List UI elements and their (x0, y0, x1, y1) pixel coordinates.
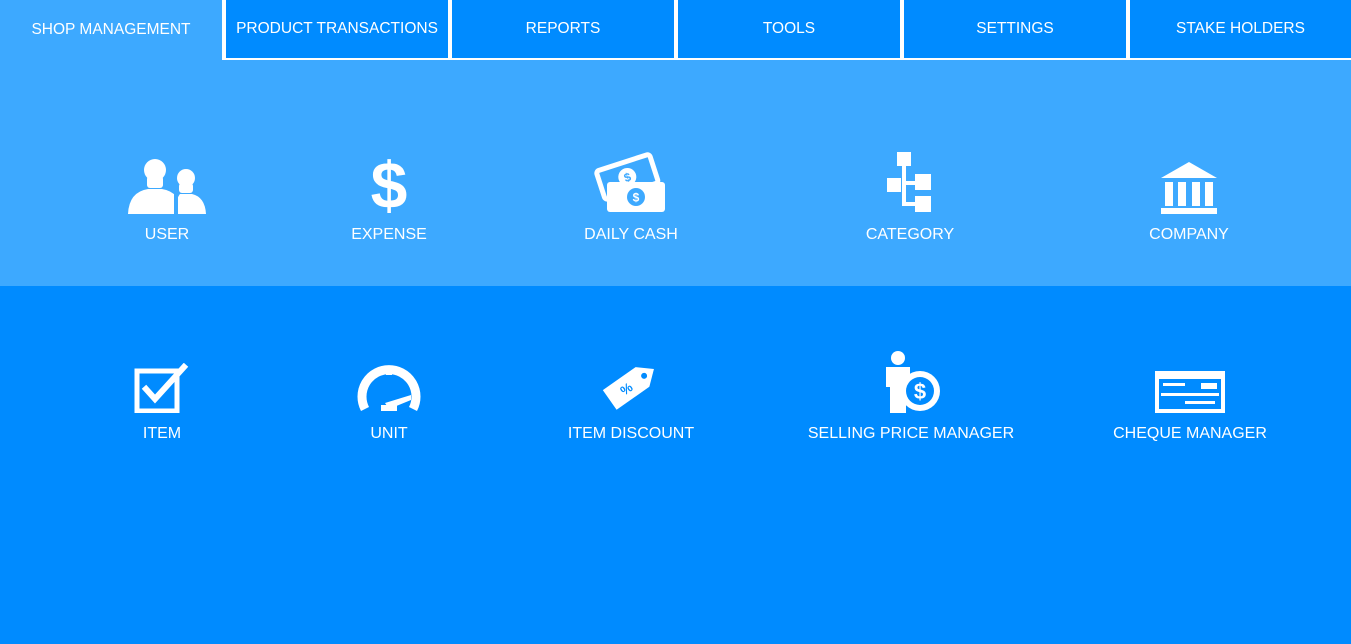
svg-text:$: $ (914, 379, 926, 404)
tab-label: STAKE HOLDERS (1176, 20, 1305, 37)
unit-label: UNIT (370, 425, 408, 442)
dollar-icon: $ (344, 150, 434, 214)
company-tile[interactable]: COMPANY (1079, 150, 1299, 244)
company-label: COMPANY (1149, 226, 1229, 243)
selling-price-manager-tile[interactable]: $ SELLING PRICE MANAGER (801, 349, 1021, 443)
unit-tile[interactable]: UNIT (279, 349, 499, 443)
discount-tag-icon: % (586, 349, 676, 413)
tab-label: SHOP MANAGEMENT (31, 21, 191, 38)
category-label: CATEGORY (865, 226, 955, 243)
tab-tools[interactable]: TOOLS (678, 0, 900, 60)
cheque-icon (1145, 349, 1235, 413)
main-tab-bar: SHOP MANAGEMENT PRODUCT TRANSACTIONS REP… (0, 0, 1351, 60)
selling-price-manager-label: SELLING PRICE MANAGER (807, 425, 1015, 442)
svg-text:$: $ (371, 154, 408, 214)
tab-stake-holders[interactable]: STAKE HOLDERS (1130, 0, 1351, 60)
daily-cash-label: DAILY CASH (584, 226, 678, 243)
category-tile[interactable]: CATEGORY (800, 150, 1020, 244)
cheque-manager-label: CHEQUE MANAGER (1113, 425, 1267, 442)
users-icon (122, 150, 212, 214)
cheque-manager-tile[interactable]: CHEQUE MANAGER (1080, 349, 1300, 443)
tab-product-transactions[interactable]: PRODUCT TRANSACTIONS (226, 0, 448, 60)
item-discount-tile[interactable]: % ITEM DISCOUNT (521, 349, 741, 443)
user-label: USER (144, 226, 190, 243)
tab-label: SETTINGS (976, 20, 1054, 37)
svg-text:$: $ (633, 191, 640, 205)
tab-reports[interactable]: REPORTS (452, 0, 674, 60)
tab-label: PRODUCT TRANSACTIONS (236, 20, 438, 37)
checkbox-edit-icon (117, 349, 207, 413)
item-discount-label: ITEM DISCOUNT (567, 425, 695, 442)
shop-management-panel-bottom: ITEM UNIT % ITEM DISCOUNT $ SELLING PRIC… (0, 286, 1351, 644)
user-tile[interactable]: USER (57, 150, 277, 244)
price-manager-icon: $ (866, 349, 956, 413)
tab-label: REPORTS (525, 20, 601, 37)
expense-tile[interactable]: $ EXPENSE (279, 150, 499, 244)
gauge-icon (344, 349, 434, 413)
tab-settings[interactable]: SETTINGS (904, 0, 1126, 60)
item-label: ITEM (142, 425, 182, 442)
cash-icon: $ $ (586, 150, 676, 214)
shop-management-panel-top: USER $ EXPENSE $ $ DAILY CASH CATEGORY C… (0, 60, 1351, 286)
expense-label: EXPENSE (351, 226, 427, 243)
bank-icon (1144, 150, 1234, 214)
tab-shop-management[interactable]: SHOP MANAGEMENT (0, 0, 222, 60)
tab-label: TOOLS (762, 20, 816, 37)
daily-cash-tile[interactable]: $ $ DAILY CASH (521, 150, 741, 244)
item-tile[interactable]: ITEM (52, 349, 272, 443)
category-tree-icon (865, 150, 955, 214)
